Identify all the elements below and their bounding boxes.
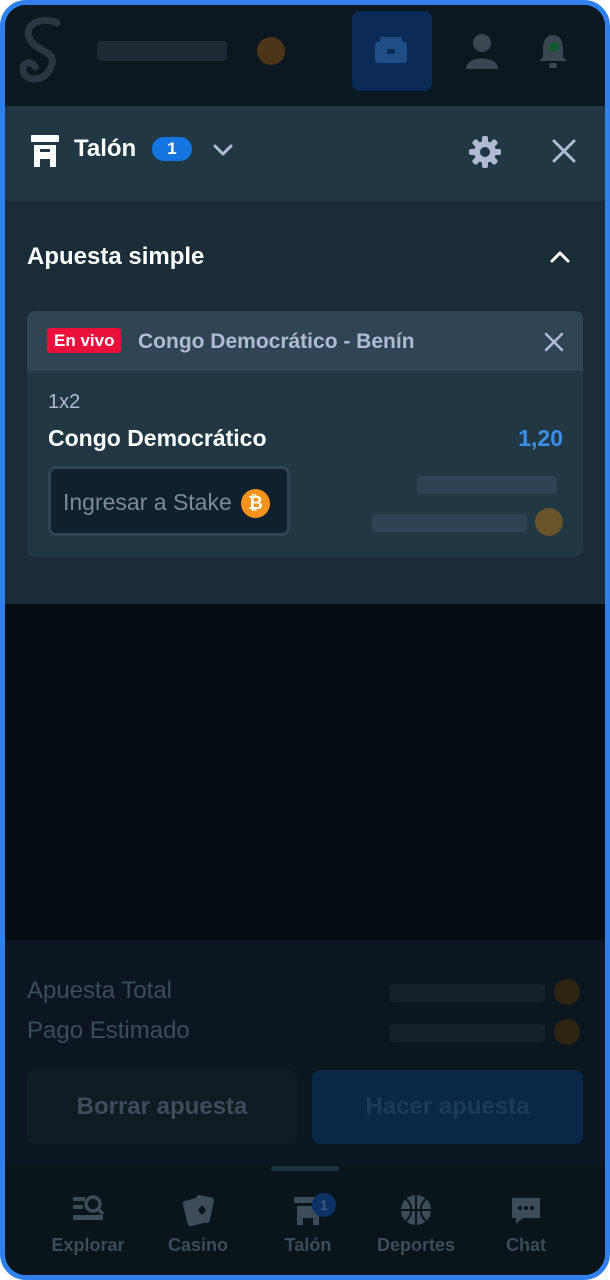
close-icon[interactable] bbox=[550, 137, 578, 165]
market-name: 1x2 bbox=[48, 391, 81, 413]
betslip-header: Talón 1 bbox=[5, 106, 605, 201]
remove-bet-close-icon[interactable] bbox=[543, 331, 565, 353]
betslip-panel: Talón 1 Apuesta simple En vivo Congo Dem… bbox=[5, 106, 605, 604]
nav-talon-badge: 1 bbox=[312, 1193, 336, 1217]
nav-item-casino[interactable]: Casino bbox=[143, 1183, 253, 1273]
stake-field[interactable]: ₿ bbox=[48, 466, 290, 536]
nav-label: Explorar bbox=[51, 1235, 125, 1255]
total-bet-value bbox=[390, 984, 545, 1002]
nav-label: Chat bbox=[506, 1235, 546, 1255]
payout-summary-currency-icon bbox=[554, 1019, 580, 1045]
balance-amount[interactable] bbox=[97, 41, 227, 61]
payout-currency-icon bbox=[535, 508, 563, 536]
nav-label: Deportes bbox=[376, 1235, 456, 1255]
clear-bet-button[interactable]: Borrar apuesta bbox=[27, 1070, 297, 1144]
app-header bbox=[5, 5, 605, 106]
bet-type-title: Apuesta simple bbox=[27, 243, 205, 270]
bet-summary: Apuesta Total Pago Estimado Borrar apues… bbox=[5, 940, 605, 1165]
odds-value: 1,20 bbox=[518, 425, 563, 451]
estimated-payout-value bbox=[372, 514, 527, 532]
live-badge: En vivo bbox=[47, 328, 122, 353]
nav-label: Talón bbox=[284, 1235, 332, 1255]
balance-currency-icon[interactable] bbox=[257, 37, 285, 65]
estimated-payout-label bbox=[417, 476, 557, 494]
active-tab-indicator bbox=[271, 1166, 339, 1171]
chevron-down-icon[interactable] bbox=[209, 137, 237, 161]
wallet-icon bbox=[375, 37, 407, 63]
wallet-button[interactable] bbox=[352, 11, 432, 91]
chevron-up-icon[interactable] bbox=[546, 245, 574, 269]
chat-icon bbox=[512, 1198, 540, 1224]
nav-item-explorar[interactable]: Explorar bbox=[33, 1183, 143, 1273]
match-name[interactable]: Congo Democrático - Benín bbox=[138, 330, 415, 354]
selection-name: Congo Democrático bbox=[48, 425, 267, 451]
betslip-title[interactable]: Talón bbox=[74, 135, 136, 163]
bet-card: En vivo Congo Democrático - Benín 1x2 Co… bbox=[27, 311, 583, 557]
betslip-count-badge: 1 bbox=[152, 137, 192, 161]
total-currency-icon bbox=[554, 979, 580, 1005]
bottom-nav: Explorar Casino 1 Talón Deportes Chat bbox=[5, 1165, 605, 1275]
betslip-icon bbox=[31, 135, 59, 167]
browse-icon bbox=[73, 1195, 104, 1220]
total-bet-label: Apuesta Total bbox=[27, 977, 172, 1004]
nav-item-deportes[interactable]: Deportes bbox=[361, 1183, 471, 1273]
nav-item-talon[interactable]: 1 Talón bbox=[253, 1183, 363, 1273]
basketball-icon bbox=[401, 1195, 431, 1225]
estimated-payout-summary-value bbox=[390, 1024, 545, 1042]
bitcoin-icon: ₿ bbox=[241, 489, 270, 518]
nav-item-chat[interactable]: Chat bbox=[471, 1183, 581, 1273]
gear-icon[interactable] bbox=[467, 134, 503, 170]
stake-s-logo-icon[interactable] bbox=[19, 15, 65, 87]
app-frame: Talón 1 Apuesta simple En vivo Congo Dem… bbox=[0, 0, 610, 1280]
bell-icon[interactable] bbox=[537, 31, 569, 69]
stake-input[interactable] bbox=[63, 486, 235, 518]
bet-card-header: En vivo Congo Democrático - Benín bbox=[27, 311, 583, 371]
user-icon[interactable] bbox=[465, 33, 499, 69]
nav-label: Casino bbox=[167, 1235, 228, 1255]
place-bet-button[interactable]: Hacer apuesta bbox=[312, 1070, 583, 1144]
cards-icon bbox=[182, 1194, 214, 1227]
estimated-payout-summary-label: Pago Estimado bbox=[27, 1017, 190, 1044]
